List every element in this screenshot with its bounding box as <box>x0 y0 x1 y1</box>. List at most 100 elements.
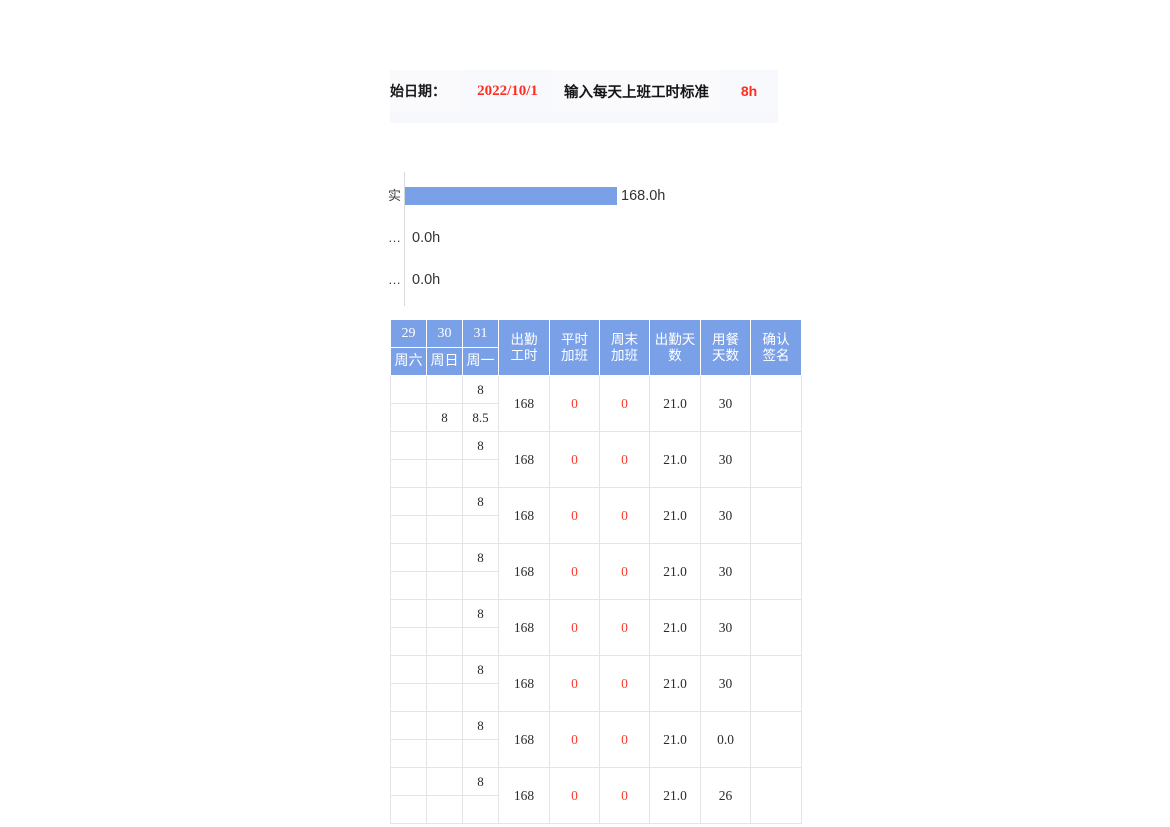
cell-day29-pm[interactable] <box>390 795 427 824</box>
cell-day31-pm[interactable] <box>462 571 499 600</box>
cell-day31-am[interactable]: 8 <box>462 767 499 796</box>
cell-weekend-overtime[interactable]: 0 <box>599 543 650 600</box>
cell-day31-pm[interactable] <box>462 459 499 488</box>
cell-day31-pm[interactable] <box>462 627 499 656</box>
cell-confirm-signature[interactable] <box>750 431 802 488</box>
cell-day29-am[interactable] <box>390 431 427 460</box>
cell-day31-am[interactable]: 8 <box>462 711 499 740</box>
cell-meal-days[interactable]: 30 <box>700 543 751 600</box>
table-row[interactable]: 8 168 0 0 21.0 30 <box>390 431 802 488</box>
cell-attendance-days[interactable]: 21.0 <box>649 487 701 544</box>
cell-day30-pm[interactable] <box>426 459 463 488</box>
cell-work-hours[interactable]: 168 <box>498 767 550 824</box>
cell-weekday-overtime[interactable]: 0 <box>549 655 600 712</box>
cell-meal-days[interactable]: 0.0 <box>700 711 751 768</box>
cell-meal-days[interactable]: 26 <box>700 767 751 824</box>
cell-weekend-overtime[interactable]: 0 <box>599 767 650 824</box>
cell-weekend-overtime[interactable]: 0 <box>599 487 650 544</box>
cell-confirm-signature[interactable] <box>750 599 802 656</box>
cell-day31-pm[interactable]: 8.5 <box>462 403 499 432</box>
cell-day31-am[interactable]: 8 <box>462 431 499 460</box>
cell-day30-am[interactable] <box>426 375 463 404</box>
cell-meal-days[interactable]: 30 <box>700 375 751 432</box>
cell-meal-days[interactable]: 30 <box>700 487 751 544</box>
cell-weekday-overtime[interactable]: 0 <box>549 543 600 600</box>
cell-work-hours[interactable]: 168 <box>498 599 550 656</box>
cell-day29-pm[interactable] <box>390 739 427 768</box>
cell-day30-pm[interactable] <box>426 627 463 656</box>
table-row[interactable]: 8 168 0 0 21.0 0.0 <box>390 711 802 768</box>
cell-meal-days[interactable]: 30 <box>700 599 751 656</box>
cell-day31-am[interactable]: 8 <box>462 375 499 404</box>
start-date-value[interactable]: 2022/10/1 <box>462 70 553 112</box>
table-row[interactable]: 8 168 0 0 21.0 30 <box>390 599 802 656</box>
table-row[interactable]: 8 168 0 0 21.0 30 <box>390 655 802 712</box>
cell-attendance-days[interactable]: 21.0 <box>649 431 701 488</box>
cell-day30-pm[interactable] <box>426 571 463 600</box>
cell-meal-days[interactable]: 30 <box>700 431 751 488</box>
cell-day30-pm[interactable] <box>426 739 463 768</box>
cell-day31-pm[interactable] <box>462 515 499 544</box>
cell-weekend-overtime[interactable]: 0 <box>599 375 650 432</box>
cell-day29-pm[interactable] <box>390 459 427 488</box>
cell-day29-am[interactable] <box>390 487 427 516</box>
cell-day29-pm[interactable] <box>390 627 427 656</box>
cell-weekday-overtime[interactable]: 0 <box>549 599 600 656</box>
cell-weekday-overtime[interactable]: 0 <box>549 431 600 488</box>
cell-day29-am[interactable] <box>390 655 427 684</box>
cell-attendance-days[interactable]: 21.0 <box>649 767 701 824</box>
cell-day30-am[interactable] <box>426 487 463 516</box>
cell-work-hours[interactable]: 168 <box>498 487 550 544</box>
cell-day30-am[interactable] <box>426 655 463 684</box>
cell-day29-am[interactable] <box>390 767 427 796</box>
cell-work-hours[interactable]: 168 <box>498 655 550 712</box>
cell-weekend-overtime[interactable]: 0 <box>599 711 650 768</box>
cell-weekday-overtime[interactable]: 0 <box>549 487 600 544</box>
cell-day29-am[interactable] <box>390 599 427 628</box>
cell-confirm-signature[interactable] <box>750 711 802 768</box>
cell-weekend-overtime[interactable]: 0 <box>599 599 650 656</box>
cell-confirm-signature[interactable] <box>750 543 802 600</box>
cell-work-hours[interactable]: 168 <box>498 375 550 432</box>
cell-confirm-signature[interactable] <box>750 655 802 712</box>
cell-day30-pm[interactable] <box>426 683 463 712</box>
cell-day29-am[interactable] <box>390 711 427 740</box>
cell-weekend-overtime[interactable]: 0 <box>599 655 650 712</box>
cell-attendance-days[interactable]: 21.0 <box>649 655 701 712</box>
cell-confirm-signature[interactable] <box>750 767 802 824</box>
cell-attendance-days[interactable]: 21.0 <box>649 543 701 600</box>
cell-day29-pm[interactable] <box>390 571 427 600</box>
cell-day31-pm[interactable] <box>462 739 499 768</box>
chart-bar-0[interactable] <box>405 187 617 205</box>
cell-work-hours[interactable]: 168 <box>498 711 550 768</box>
cell-attendance-days[interactable]: 21.0 <box>649 599 701 656</box>
cell-attendance-days[interactable]: 21.0 <box>649 711 701 768</box>
cell-day30-pm[interactable] <box>426 515 463 544</box>
cell-day30-am[interactable] <box>426 711 463 740</box>
cell-work-hours[interactable]: 168 <box>498 431 550 488</box>
cell-day30-pm[interactable]: 8 <box>426 403 463 432</box>
cell-day31-am[interactable]: 8 <box>462 487 499 516</box>
daily-work-hour-standard-value[interactable]: 8h <box>720 70 778 112</box>
cell-confirm-signature[interactable] <box>750 487 802 544</box>
cell-day29-pm[interactable] <box>390 683 427 712</box>
cell-attendance-days[interactable]: 21.0 <box>649 375 701 432</box>
table-row[interactable]: 8 168 0 0 21.0 30 <box>390 543 802 600</box>
cell-day29-pm[interactable] <box>390 515 427 544</box>
cell-confirm-signature[interactable] <box>750 375 802 432</box>
cell-work-hours[interactable]: 168 <box>498 543 550 600</box>
cell-day30-am[interactable] <box>426 767 463 796</box>
table-row[interactable]: 8 168 0 0 21.0 26 <box>390 767 802 824</box>
cell-day29-am[interactable] <box>390 375 427 404</box>
table-row[interactable]: 8 168 0 0 21.0 30 <box>390 487 802 544</box>
cell-day31-am[interactable]: 8 <box>462 543 499 572</box>
cell-day31-pm[interactable] <box>462 795 499 824</box>
cell-weekday-overtime[interactable]: 0 <box>549 711 600 768</box>
cell-meal-days[interactable]: 30 <box>700 655 751 712</box>
cell-weekend-overtime[interactable]: 0 <box>599 431 650 488</box>
cell-weekday-overtime[interactable]: 0 <box>549 767 600 824</box>
cell-day30-pm[interactable] <box>426 795 463 824</box>
cell-day30-am[interactable] <box>426 543 463 572</box>
cell-day31-am[interactable]: 8 <box>462 655 499 684</box>
cell-day30-am[interactable] <box>426 599 463 628</box>
